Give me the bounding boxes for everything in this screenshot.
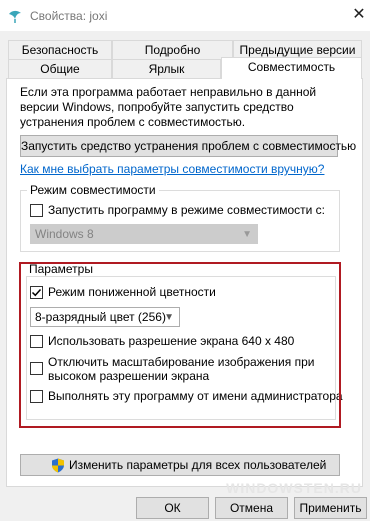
compat-os-value: Windows 8 (35, 227, 94, 241)
compat-mode-checkbox[interactable] (30, 204, 43, 217)
cancel-button[interactable]: Отмена (215, 497, 288, 519)
intro-text: Если эта программа работает неправильно … (20, 85, 317, 129)
tab-general[interactable]: Общие (8, 59, 112, 78)
highlight-frame (19, 262, 341, 428)
change-all-users-button[interactable]: Изменить параметры для всех пользователе… (20, 454, 340, 476)
close-icon[interactable]: ✕ (349, 5, 369, 25)
tab-compatibility[interactable]: Совместимость (221, 57, 362, 79)
run-troubleshooter-button[interactable]: Запустить средство устранения проблем с … (20, 135, 356, 157)
ok-button[interactable]: ОК (136, 497, 209, 519)
app-icon (9, 10, 21, 23)
apply-button[interactable]: Применить (294, 497, 367, 519)
tab-security[interactable]: Безопасность (8, 40, 112, 59)
watermark: WINDOWSTEN.RU (226, 480, 362, 496)
tab-details[interactable]: Подробно (112, 40, 233, 59)
window-title: Свойства: joxi (30, 9, 108, 23)
compat-mode-checkbox-label: Запустить программу в режиме совместимос… (48, 203, 325, 217)
change-all-users-label: Изменить параметры для всех пользователе… (69, 458, 327, 472)
uac-shield-icon (52, 458, 64, 473)
tab-shortcut[interactable]: Ярлык (112, 59, 221, 78)
compat-os-select[interactable]: Windows 8 ▼ (30, 224, 258, 244)
help-link[interactable]: Как мне выбрать параметры совместимости … (20, 162, 324, 176)
title-bar: Свойства: joxi ✕ (0, 0, 370, 31)
compat-mode-label: Режим совместимости (27, 183, 159, 197)
chevron-down-icon: ▼ (242, 229, 252, 240)
